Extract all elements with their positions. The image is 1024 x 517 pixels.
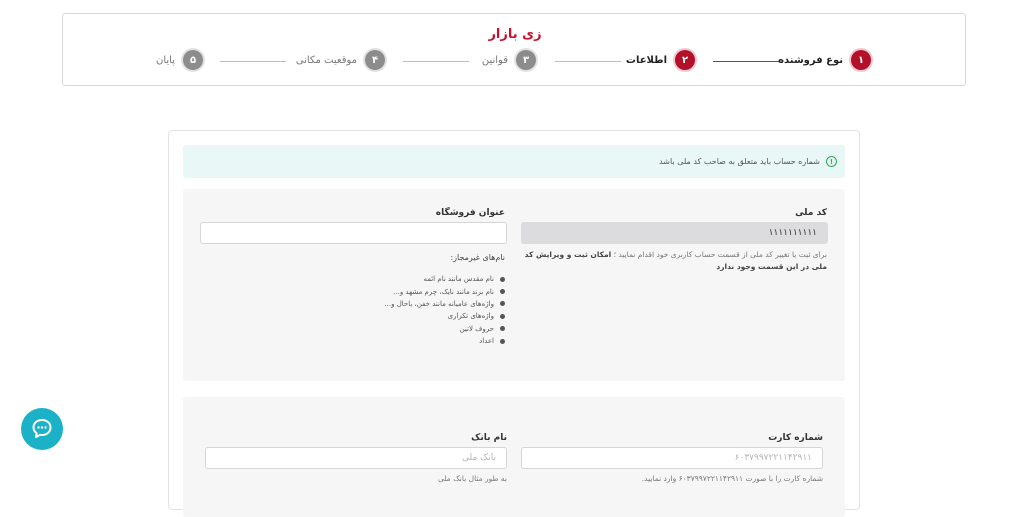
- step-connector: [555, 61, 621, 62]
- step-label: اطلاعات: [625, 54, 667, 66]
- info-icon: !: [826, 156, 837, 167]
- bullet-icon: [500, 301, 505, 307]
- list-item: واژه‌های عامیانه مانند خفن، باحال و...: [305, 298, 505, 310]
- national-code-hint: برای ثبت یا تغییر کد ملی از قسمت حساب کا…: [517, 249, 827, 273]
- step-number: ۵: [183, 50, 203, 70]
- alert-text: شماره حساب باید متعلق به صاحب کد ملی باش…: [659, 157, 820, 166]
- bullet-icon: [500, 276, 505, 282]
- store-title-label: عنوان فروشگاه: [435, 208, 505, 218]
- bullet-icon: [500, 338, 505, 344]
- card-number-label: شماره کارت: [768, 433, 823, 443]
- identity-panel: کد ملی ۱۱۱۱۱۱۱۱۱۱ برای ثبت یا تغییر کد م…: [183, 189, 845, 381]
- list-item: واژه‌های تکراری: [305, 310, 505, 322]
- step-number: ۴: [365, 50, 385, 70]
- step-number: ۲: [675, 50, 695, 70]
- forbidden-names-title: نام‌های غیرمجاز:: [450, 253, 505, 262]
- step-label: نوع فروشنده: [778, 54, 843, 66]
- info-alert: ! شماره حساب باید متعلق به صاحب کد ملی ب…: [183, 145, 845, 178]
- bank-panel: شماره کارت ۶۰۳۷۹۹۷۲۲۱۱۴۲۹۱۱ شماره کارت ر…: [183, 397, 845, 517]
- stepper-header: زی بازار ۱ نوع فروشنده ۲ اطلاعات ۳ قوانی…: [62, 13, 966, 86]
- national-code-label: کد ملی: [795, 208, 827, 218]
- chat-bubble-icon: [32, 419, 52, 438]
- bullet-icon: [500, 326, 505, 332]
- list-item: نام برند مانند نایک، چرم مشهد و...: [305, 285, 505, 297]
- chat-support-button[interactable]: [21, 408, 63, 450]
- step-rules[interactable]: ۳ قوانین: [482, 49, 536, 71]
- bank-name-hint: به طور مثال بانک ملی: [437, 474, 507, 483]
- card-number-hint: شماره کارت را با صورت ۶۰۳۷۹۹۷۲۲۱۱۴۲۹۱۱ و…: [641, 474, 823, 483]
- card-number-input[interactable]: ۶۰۳۷۹۹۷۲۲۱۱۴۲۹۱۱: [521, 447, 823, 469]
- list-item: حروف لاتین: [305, 323, 505, 335]
- bank-name-label: نام بانک: [471, 433, 507, 443]
- step-number: ۱: [851, 50, 871, 70]
- forbidden-names-list: نام مقدس مانند نام ائمه نام برند مانند ن…: [305, 273, 505, 347]
- step-seller-type[interactable]: ۱ نوع فروشنده: [778, 49, 871, 71]
- bullet-icon: [500, 289, 505, 295]
- step-finish[interactable]: ۵ پایان: [156, 49, 203, 71]
- bank-name-input[interactable]: بانک ملی: [205, 447, 507, 469]
- step-connector: [220, 61, 286, 62]
- store-title-input[interactable]: [200, 222, 507, 244]
- bullet-icon: [500, 313, 505, 319]
- list-item: اعداد: [305, 335, 505, 347]
- step-location[interactable]: ۴ موقعیت مکانی: [296, 49, 385, 71]
- step-label: پایان: [155, 54, 175, 66]
- step-label: قوانین: [481, 54, 508, 66]
- step-connector: [713, 61, 779, 62]
- step-information[interactable]: ۲ اطلاعات: [626, 49, 695, 71]
- step-label: موقعیت مکانی: [295, 54, 357, 66]
- seller-info-form: ! شماره حساب باید متعلق به صاحب کد ملی ب…: [168, 130, 860, 517]
- logo-text: زی بازار: [488, 26, 542, 42]
- national-code-field: ۱۱۱۱۱۱۱۱۱۱: [521, 222, 828, 244]
- step-number: ۳: [516, 50, 536, 70]
- site-logo[interactable]: زی بازار: [487, 24, 543, 44]
- national-code-hint-text: برای ثبت یا تغییر کد ملی از قسمت حساب کا…: [613, 250, 827, 259]
- step-connector: [403, 61, 469, 62]
- list-item: نام مقدس مانند نام ائمه: [305, 273, 505, 285]
